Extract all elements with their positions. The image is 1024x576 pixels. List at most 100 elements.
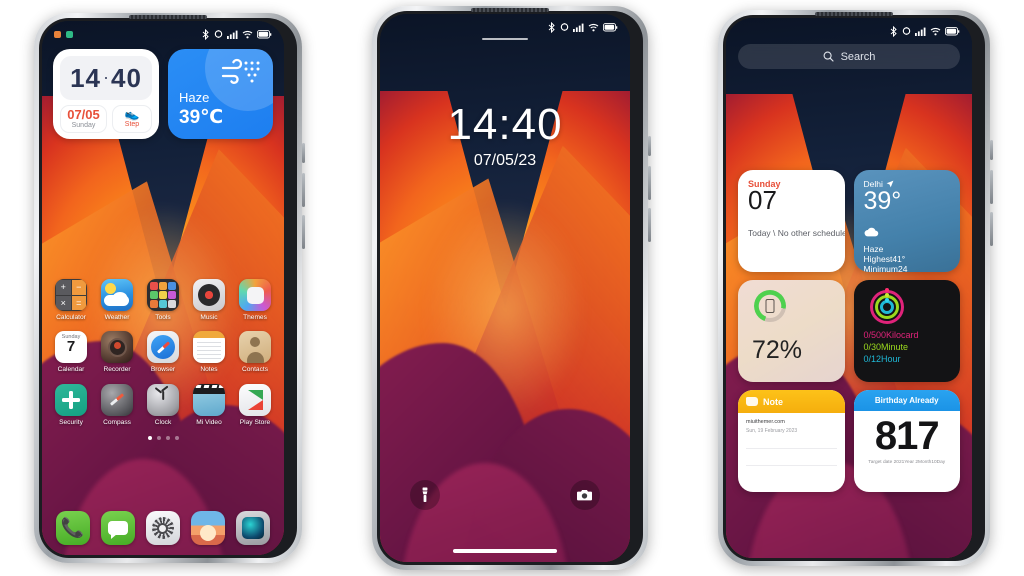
settings-icon[interactable] (145, 511, 180, 545)
note-widget[interactable]: Note miuithemer.com Sun, 19 February 202… (738, 390, 845, 492)
camera-button[interactable] (570, 480, 600, 510)
birthday-widget[interactable]: Birthday Already 817 Target date 2021Yea… (853, 390, 960, 492)
phone3-screen[interactable]: Search Sunday 07 Today \ No other schedu… (726, 18, 972, 558)
dock: 📞 (50, 511, 276, 545)
app-row-1: + − × = Calculator Weather Tools Music T… (50, 279, 276, 321)
activity-rings-icon (869, 288, 904, 324)
search-bar[interactable]: Search (738, 44, 960, 69)
home-indicator[interactable] (453, 549, 557, 553)
app-themes[interactable]: Themes (234, 279, 276, 321)
side-button-volume-up[interactable] (990, 170, 993, 204)
widget-row-note-birthday: Note miuithemer.com Sun, 19 February 202… (738, 390, 960, 492)
app-row-3: Security Compass Clock Mi Video Play Sto… (50, 383, 276, 426)
page-dot[interactable] (174, 435, 179, 440)
battery-widget[interactable]: 72% (738, 280, 845, 382)
app-label: Security (59, 418, 83, 426)
app-compass[interactable]: Compass (96, 383, 138, 426)
browser-icon (147, 331, 179, 364)
app-security[interactable]: Security (50, 383, 92, 426)
calendar-schedule: Today \ No other schedule (748, 228, 845, 239)
birthday-header: Birthday Already (853, 390, 960, 411)
status-bar (380, 14, 630, 36)
app-browser[interactable]: Browser (142, 331, 184, 373)
weather-widget[interactable]: Delhi 39° Haze Highest41° Minimum24 (853, 170, 960, 272)
shoe-icon: 👟 (124, 107, 140, 121)
notification-shade-hint[interactable] (482, 38, 528, 40)
date-value: 07/05 (67, 107, 100, 122)
app-calculator[interactable]: + − × = Calculator (50, 279, 92, 321)
app-grid: + − × = Calculator Weather Tools Music T… (50, 279, 276, 440)
earpiece-speaker (815, 12, 893, 16)
weather-high-low: Highest41° Minimum24 (863, 254, 908, 272)
birthday-footer: Target date 2021Year 2Month10Day (868, 460, 946, 466)
music-icon (193, 279, 225, 311)
messages-icon[interactable] (100, 511, 135, 545)
flashlight-button[interactable] (410, 480, 440, 510)
haze-wind-icon (220, 57, 264, 96)
calendar-day: 07 (748, 185, 777, 215)
weather-widget[interactable]: Haze 39℃ (168, 49, 273, 139)
compass-icon (101, 383, 133, 416)
app-clock[interactable]: Clock (142, 383, 184, 426)
app-music[interactable]: Music (188, 279, 230, 321)
side-button-volume-up[interactable] (648, 166, 651, 200)
wallpaper (380, 14, 630, 562)
weather-temperature: 39° (863, 187, 902, 215)
note-line-1: miuithemer.com (746, 419, 785, 425)
camera-icon[interactable] (236, 511, 271, 545)
app-calendar[interactable]: Sunday 7 Calendar (50, 331, 92, 373)
dnd-icon (214, 30, 223, 38)
gallery-icon[interactable] (191, 511, 226, 545)
page-indicator[interactable] (50, 435, 276, 440)
fitness-line-3: 0/12Hour (863, 354, 901, 364)
side-button-mute[interactable] (648, 136, 651, 156)
page-dot[interactable] (165, 435, 170, 440)
app-play-store[interactable]: Play Store (234, 383, 276, 426)
side-button-volume-down[interactable] (302, 215, 305, 249)
phone-battery-icon (754, 290, 786, 322)
calendar-widget[interactable]: Sunday 07 Today \ No other schedule (738, 170, 845, 272)
birthday-count: 817 (874, 414, 940, 458)
app-recorder[interactable]: Recorder (96, 331, 138, 373)
signal-icon (227, 30, 238, 39)
battery-icon (945, 26, 960, 35)
side-button-volume-down[interactable] (990, 212, 993, 246)
page-dot[interactable] (147, 435, 152, 440)
battery-percent: 72% (752, 336, 803, 364)
fitness-line-2: 0/30Minute (863, 342, 909, 352)
clock-icon (147, 383, 179, 416)
step-tile[interactable]: 👟 Step (112, 105, 152, 133)
side-button-mute[interactable] (990, 140, 993, 160)
page-dot[interactable] (156, 435, 161, 440)
date-tile[interactable]: 07/05 Sunday (60, 105, 107, 133)
side-button-volume-down[interactable] (648, 208, 651, 242)
app-weather[interactable]: Weather (96, 279, 138, 321)
app-mi-video[interactable]: Mi Video (188, 383, 230, 426)
calculator-icon: + − × = (55, 279, 87, 311)
clock-widget[interactable]: 14 40 07/05 Sunday 👟 Step (53, 49, 159, 139)
notification-badge-orange (54, 30, 61, 38)
phone-icon[interactable]: 📞 (55, 511, 90, 545)
side-button-mute[interactable] (302, 143, 305, 163)
search-icon (823, 51, 834, 62)
camera-icon (577, 490, 592, 501)
app-label: Notes (200, 366, 218, 374)
themes-icon (239, 279, 271, 311)
phone2-screen[interactable]: 14:40 07/05/23 (380, 14, 630, 562)
dnd-icon (560, 23, 569, 31)
birthday-title: Birthday Already (874, 396, 939, 405)
note-header: Note (738, 390, 845, 413)
calendar-icon-day: 7 (66, 338, 76, 356)
weather-condition: Haze (863, 244, 884, 255)
fitness-widget[interactable]: 0/500Kilocard 0/30Minute 0/12Hour (853, 280, 960, 382)
note-title: Note (763, 396, 783, 407)
tools-folder-icon (147, 279, 179, 311)
app-label: Recorder (103, 366, 131, 374)
app-tools[interactable]: Tools (142, 279, 184, 321)
side-button-volume-up[interactable] (302, 173, 305, 207)
bluetooth-icon (202, 28, 209, 40)
flashlight-icon (422, 487, 428, 502)
phone1-screen[interactable]: 14 40 07/05 Sunday 👟 Step Haze 39℃ + − ×… (42, 21, 284, 555)
app-notes[interactable]: Notes (188, 331, 230, 373)
app-contacts[interactable]: Contacts (234, 331, 276, 373)
